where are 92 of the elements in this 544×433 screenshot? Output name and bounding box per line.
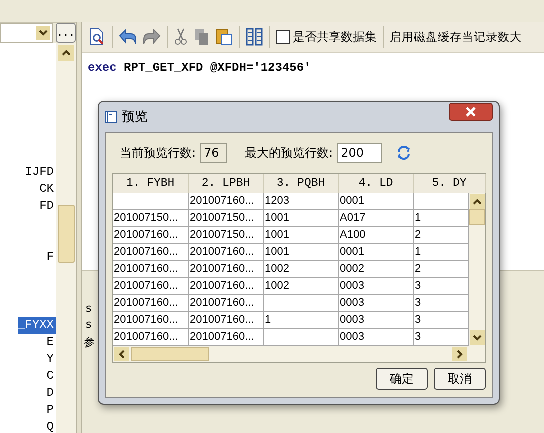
table-cell: 201007150... [190,212,254,224]
horizontal-scrollbar[interactable] [113,346,485,362]
list-item[interactable]: F [46,249,56,266]
table-cell: 201007160... [190,195,254,207]
table-cell: 201007160... [190,314,254,326]
current-rows-label: 当前预览行数: [120,144,196,162]
table-cell: 201007160... [114,297,178,309]
table-cell: 0001 [340,195,364,207]
share-dataset-checkbox[interactable]: 是否共享数据集 [276,28,377,46]
cut-icon[interactable] [174,28,188,46]
table-cell: 0003 [340,331,364,343]
columns-icon[interactable] [246,28,263,46]
undo-icon[interactable] [119,29,137,45]
table-cell: 1203 [265,195,290,207]
output-text: s [86,317,92,333]
table-cell: 1002 [265,263,290,275]
paste-icon[interactable] [216,28,233,46]
table-cell: 201007160... [114,246,178,258]
table-cell: 201007160... [190,263,254,275]
table-cell: 0001 [340,246,364,258]
scroll-thumb[interactable] [58,205,74,263]
scroll-right-icon[interactable] [452,347,467,361]
table-cell: 201007160... [190,280,254,292]
close-button[interactable] [449,103,493,121]
table-cell: 3 [415,280,422,292]
window-icon [105,111,117,123]
list-item[interactable]: Q [46,419,56,433]
table-cell: 201007160... [114,229,178,241]
table-cell: 1001 [265,246,290,258]
close-icon [465,107,477,117]
table-cell: 0002 [340,263,364,275]
scroll-up-icon[interactable] [58,45,74,61]
table-cell: 1 [415,212,422,224]
cancel-button[interactable]: 取消 [434,368,486,390]
list-item[interactable]: E [46,334,56,351]
list-item[interactable]: Y [46,351,56,368]
scroll-up-icon[interactable] [470,194,484,209]
list-item[interactable]: _FYXX [18,317,56,334]
browse-button[interactable]: ... [56,23,76,43]
max-rows-label: 最大的预览行数: [245,144,334,162]
ok-button[interactable]: 确定 [376,368,428,390]
column-header[interactable]: 1. FYBH [113,174,189,193]
column-header[interactable]: 3. PQBH [264,174,339,193]
table-cell: 201007160... [114,314,178,326]
list-item[interactable]: P [46,402,56,419]
preview-icon[interactable] [88,28,106,46]
table-cell: 3 [415,297,422,309]
table-cell: 1001 [265,229,290,241]
table-cell: 201007160... [114,331,178,343]
scroll-thumb[interactable] [131,347,209,361]
max-rows-field[interactable]: 200 [337,143,382,163]
sql-statement: exec RPT_GET_XFD @XFDH='123456' [88,61,312,75]
redo-icon[interactable] [143,29,161,45]
list-item[interactable]: IJFD [25,164,56,181]
table-cell: 0003 [340,314,364,326]
table-cell: 1002 [265,280,290,292]
table-cell: 1 [265,314,272,326]
table-cell: A100 [340,229,366,241]
list-item[interactable]: CK [40,181,56,198]
table-cell: A017 [340,212,366,224]
list-item[interactable]: C [46,368,56,385]
table-cell: 0003 [340,297,364,309]
cache-label: 启用磁盘缓存当记录数大 [390,30,522,44]
scroll-thumb[interactable] [469,209,485,225]
column-header[interactable]: 2. LPBH [189,174,264,193]
copy-icon[interactable] [194,28,210,46]
table-cell: 201007160... [114,280,178,292]
table-cell: 3 [415,314,422,326]
table-cell: 2 [415,229,422,241]
vertical-scrollbar[interactable] [56,43,76,433]
table-cell: 1 [415,246,422,258]
refresh-icon[interactable] [396,145,412,161]
current-rows-field[interactable]: 76 [200,143,228,163]
table-cell: 0003 [340,280,364,292]
column-header[interactable]: 4. LD [339,174,414,193]
table-cell: 201007160... [190,331,254,343]
table-cell: 201007150... [190,229,254,241]
list-item[interactable]: D [46,385,56,402]
list-item[interactable]: FD [40,198,56,215]
output-text: s [86,301,92,317]
table-cell: 201007160... [190,246,254,258]
table-cell: 201007160... [190,297,254,309]
table-cell: 2 [415,263,422,275]
scroll-down-icon[interactable] [470,330,484,345]
parameters-tab[interactable]: 参 [84,335,95,350]
table-cell: 1001 [265,212,290,224]
table-cell: 3 [415,331,422,343]
table-cell: 201007160... [114,263,178,275]
vertical-scrollbar[interactable] [469,193,485,346]
window-title: 预览 [122,109,149,126]
scroll-left-icon[interactable] [114,347,129,361]
table-cell: 201007150... [114,212,178,224]
